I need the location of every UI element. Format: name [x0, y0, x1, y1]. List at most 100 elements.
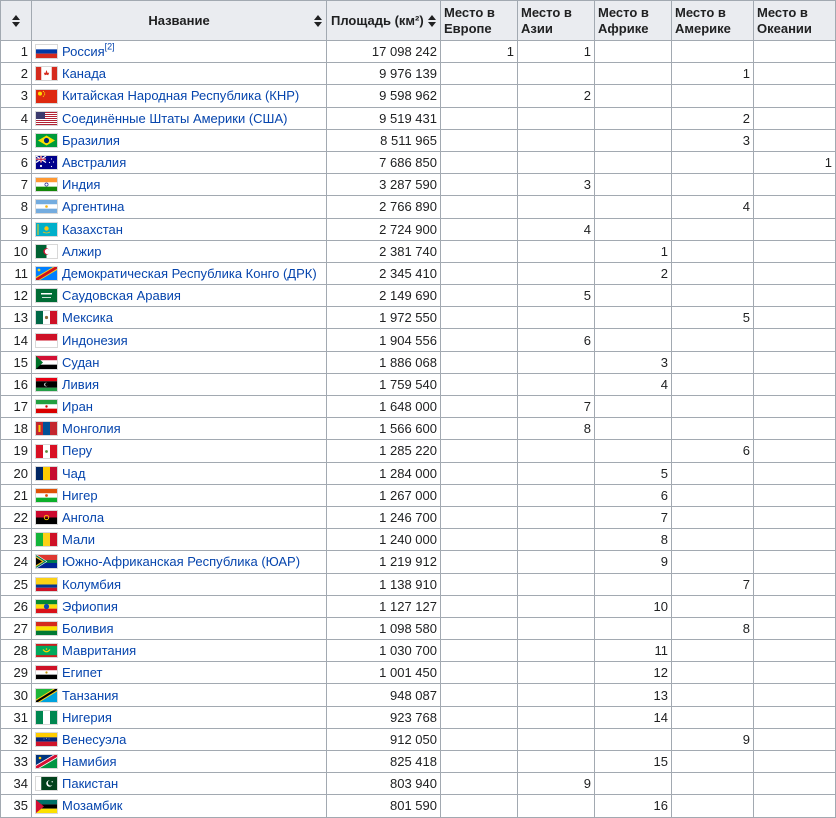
- country-link[interactable]: Колумбия: [62, 577, 121, 592]
- flag-icon[interactable]: [35, 355, 58, 370]
- country-link[interactable]: Эфиопия: [62, 599, 118, 614]
- flag-icon[interactable]: [35, 532, 58, 547]
- country-link[interactable]: Боливия: [62, 621, 114, 636]
- flag-icon[interactable]: [35, 621, 58, 636]
- flag-icon[interactable]: [35, 510, 58, 525]
- country-link[interactable]: Ангола: [62, 510, 104, 525]
- flag-icon[interactable]: [35, 710, 58, 725]
- country-link[interactable]: Иран: [62, 399, 93, 414]
- europe-rank: [441, 351, 518, 373]
- flag-icon[interactable]: [35, 577, 58, 592]
- area-value: 1 566 600: [327, 418, 441, 440]
- oceania-rank: [754, 107, 836, 129]
- country-link[interactable]: Судан: [62, 355, 99, 370]
- country-link[interactable]: Индия: [62, 177, 100, 192]
- country-link[interactable]: Алжир: [62, 244, 101, 259]
- flag-icon[interactable]: [35, 488, 58, 503]
- flag-icon[interactable]: [35, 44, 58, 59]
- flag-icon[interactable]: [35, 466, 58, 481]
- country-link[interactable]: Аргентина: [62, 199, 124, 214]
- flag-icon[interactable]: [35, 333, 58, 348]
- flag-icon[interactable]: [35, 444, 58, 459]
- header-name[interactable]: Название: [32, 1, 327, 41]
- row-number: 3: [1, 85, 32, 107]
- country-link[interactable]: Австралия: [62, 155, 126, 170]
- flag-icon[interactable]: [35, 244, 58, 259]
- oceania-rank: [754, 484, 836, 506]
- header-oceania[interactable]: Место в Океании: [754, 1, 836, 41]
- header-america[interactable]: Место в Америке: [672, 1, 754, 41]
- flag-icon[interactable]: [35, 421, 58, 436]
- flag-icon[interactable]: [35, 288, 58, 303]
- europe-rank: [441, 506, 518, 528]
- asia-rank: [518, 307, 595, 329]
- country-link[interactable]: Египет: [62, 665, 102, 680]
- flag-icon[interactable]: [35, 155, 58, 170]
- table-row: 29 Египет 1 001 450 12: [1, 662, 836, 684]
- flag-icon[interactable]: [35, 310, 58, 325]
- country-link[interactable]: Демократическая Республика Конго (ДРК): [62, 266, 317, 281]
- country-link[interactable]: Ливия: [62, 377, 99, 392]
- flag-icon[interactable]: [35, 222, 58, 237]
- oceania-rank: [754, 728, 836, 750]
- header-africa[interactable]: Место в Африке: [595, 1, 672, 41]
- header-number[interactable]: [1, 1, 32, 41]
- country-link[interactable]: Бразилия: [62, 133, 120, 148]
- area-value: 1 127 127: [327, 595, 441, 617]
- header-area[interactable]: Площадь (км²): [327, 1, 441, 41]
- country-link[interactable]: Саудовская Аравия: [62, 288, 181, 303]
- flag-icon[interactable]: [35, 554, 58, 569]
- header-asia[interactable]: Место в Азии: [518, 1, 595, 41]
- country-link[interactable]: Индонезия: [62, 333, 128, 348]
- country-link[interactable]: Нигерия: [62, 710, 112, 725]
- flag-icon[interactable]: [35, 133, 58, 148]
- flag-icon[interactable]: [35, 66, 58, 81]
- country-cell: Перу: [32, 440, 327, 462]
- country-link[interactable]: Чад: [62, 466, 85, 481]
- country-link[interactable]: Перу: [62, 444, 92, 459]
- country-link[interactable]: Танзания: [62, 688, 118, 703]
- country-link[interactable]: Китайская Народная Республика (КНР): [62, 89, 299, 104]
- flag-icon[interactable]: [35, 266, 58, 281]
- country-link[interactable]: Венесуэла: [62, 732, 126, 747]
- row-number: 16: [1, 373, 32, 395]
- country-link[interactable]: Мозамбик: [62, 799, 122, 814]
- flag-icon[interactable]: [35, 599, 58, 614]
- oceania-rank: [754, 662, 836, 684]
- flag-icon[interactable]: [35, 377, 58, 392]
- country-link[interactable]: Нигер: [62, 488, 98, 503]
- country-link[interactable]: Соединённые Штаты Америки (США): [62, 111, 287, 126]
- flag-icon[interactable]: [35, 799, 58, 814]
- africa-rank: [595, 218, 672, 240]
- flag-icon[interactable]: [35, 89, 58, 104]
- reference-link[interactable]: [2]: [105, 42, 115, 52]
- flag-icon[interactable]: [35, 754, 58, 769]
- country-link[interactable]: Мали: [62, 532, 95, 547]
- flag-icon[interactable]: [35, 399, 58, 414]
- flag-icon[interactable]: [35, 177, 58, 192]
- sort-icon[interactable]: [314, 15, 322, 27]
- asia-rank: [518, 129, 595, 151]
- country-link[interactable]: Южно-Африканская Республика (ЮАР): [62, 554, 300, 569]
- flag-icon[interactable]: [35, 688, 58, 703]
- country-link[interactable]: Канада: [62, 66, 106, 81]
- country-link[interactable]: Россия: [62, 44, 105, 59]
- country-link[interactable]: Намибия: [62, 754, 117, 769]
- africa-rank: 6: [595, 484, 672, 506]
- flag-icon[interactable]: [35, 199, 58, 214]
- country-link[interactable]: Монголия: [62, 421, 121, 436]
- country-link[interactable]: Мавритания: [62, 643, 136, 658]
- header-europe[interactable]: Место в Европе: [441, 1, 518, 41]
- flag-icon[interactable]: [35, 732, 58, 747]
- country-link[interactable]: Мексика: [62, 310, 113, 325]
- flag-icon[interactable]: [35, 643, 58, 658]
- asia-rank: [518, 63, 595, 85]
- country-link[interactable]: Пакистан: [62, 776, 118, 791]
- europe-rank: [441, 329, 518, 351]
- flag-icon[interactable]: [35, 776, 58, 791]
- sort-icon[interactable]: [428, 15, 436, 27]
- flag-icon[interactable]: [35, 665, 58, 680]
- sort-icon[interactable]: [12, 15, 20, 27]
- flag-icon[interactable]: [35, 111, 58, 126]
- country-link[interactable]: Казахстан: [62, 222, 123, 237]
